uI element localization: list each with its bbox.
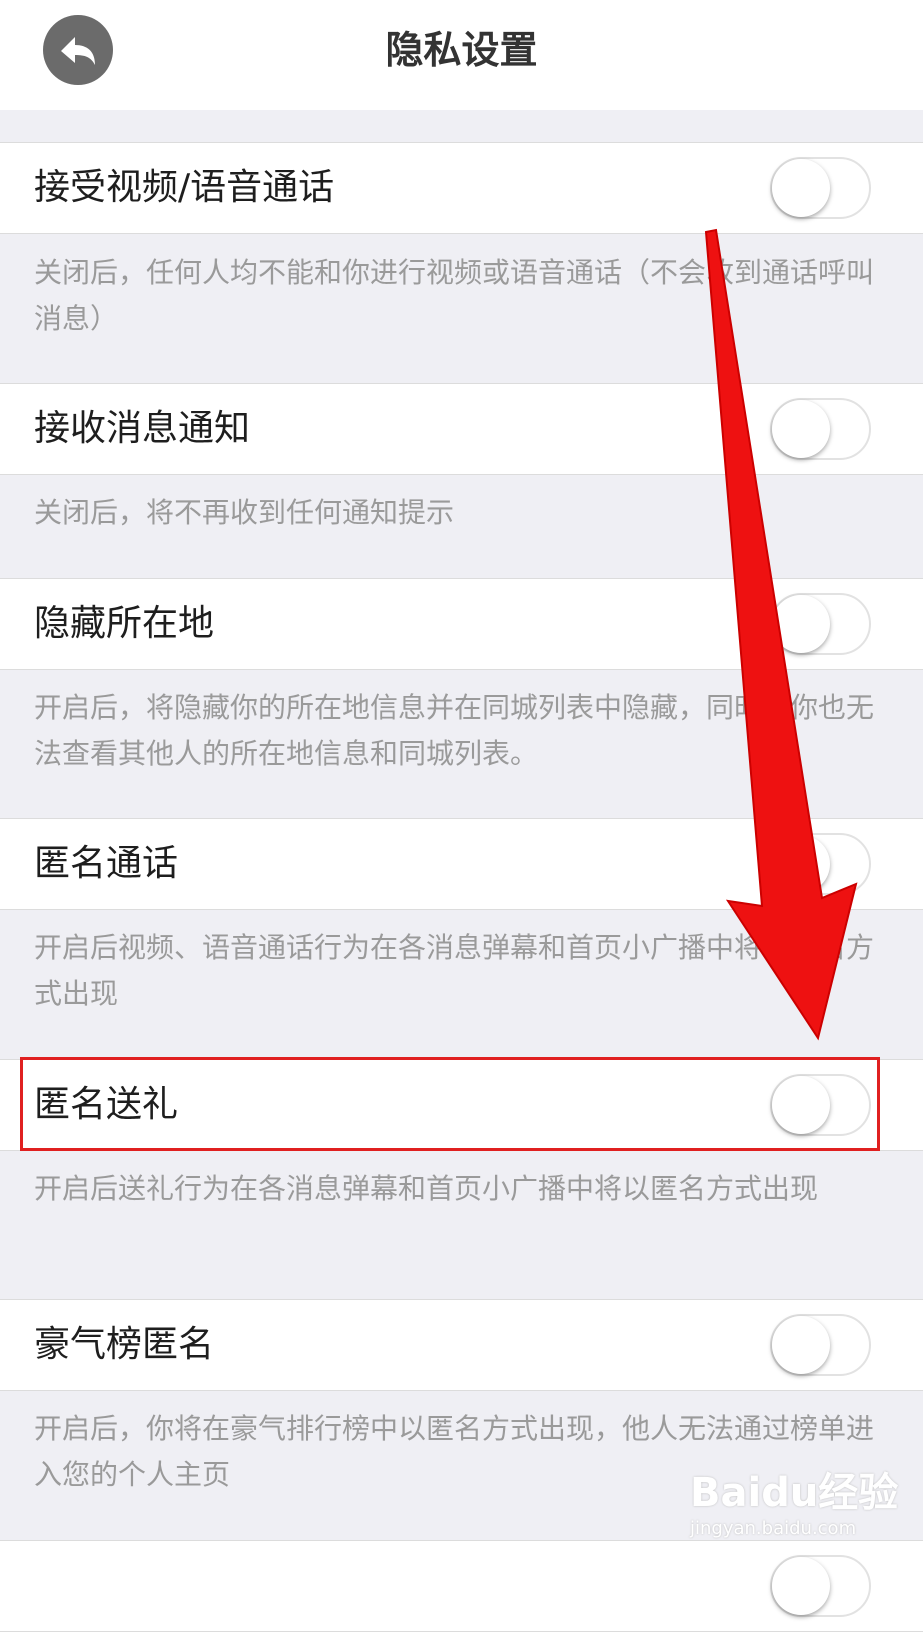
anonymous-call-toggle[interactable] <box>770 833 871 895</box>
setting-description: 开启后送礼行为在各消息弹幕和首页小广播中将以匿名方式出现 <box>34 1172 819 1205</box>
setting-row-notifications: 接收消息通知 <box>0 383 923 475</box>
setting-label: 匿名通话 <box>34 843 179 884</box>
setting-row-anonymous-call: 匿名通话 <box>0 818 923 910</box>
toggle-knob <box>772 400 830 458</box>
watermark-url: jingyan.baidu.com <box>690 1518 857 1539</box>
hide-location-toggle[interactable] <box>770 593 871 655</box>
watermark-logo: Baidu经验 <box>690 1470 899 1516</box>
watermark: Baidu经验 jingyan.baidu.com <box>690 1468 910 1558</box>
setting-description: 开启后视频、语音通话行为在各消息弹幕和首页小广播中将以匿名方式出现 <box>34 931 875 1010</box>
toggle-knob <box>772 595 830 653</box>
video-call-toggle[interactable] <box>770 157 871 219</box>
setting-row-ranking-anonymous: 豪气榜匿名 <box>0 1299 923 1391</box>
setting-row-hide-location: 隐藏所在地 <box>0 578 923 670</box>
toggle-knob <box>772 1316 830 1374</box>
toggle-knob <box>772 1557 830 1615</box>
setting-description: 开启后，将隐藏你的所在地信息并在同城列表中隐藏，同时，你也无法查看其他人的所在地… <box>34 691 875 770</box>
setting-label: 隐藏所在地 <box>34 603 215 644</box>
annotation-highlight-box <box>20 1057 880 1151</box>
page-title: 隐私设置 <box>385 28 538 72</box>
toggle-knob <box>772 159 830 217</box>
next-setting-toggle[interactable] <box>770 1555 871 1617</box>
setting-description: 关闭后，将不再收到任何通知提示 <box>34 496 455 529</box>
header-bar: 隐私设置 <box>0 0 923 110</box>
notifications-toggle[interactable] <box>770 398 871 460</box>
toggle-knob <box>772 835 830 893</box>
setting-label: 豪气榜匿名 <box>34 1324 215 1365</box>
setting-row-video-call: 接受视频/语音通话 <box>0 142 923 234</box>
setting-label: 接收消息通知 <box>34 408 251 449</box>
setting-description: 关闭后，任何人均不能和你进行视频或语音通话（不会收到通话呼叫消息） <box>34 256 875 335</box>
ranking-anonymous-toggle[interactable] <box>770 1314 871 1376</box>
setting-label: 接受视频/语音通话 <box>34 167 335 208</box>
